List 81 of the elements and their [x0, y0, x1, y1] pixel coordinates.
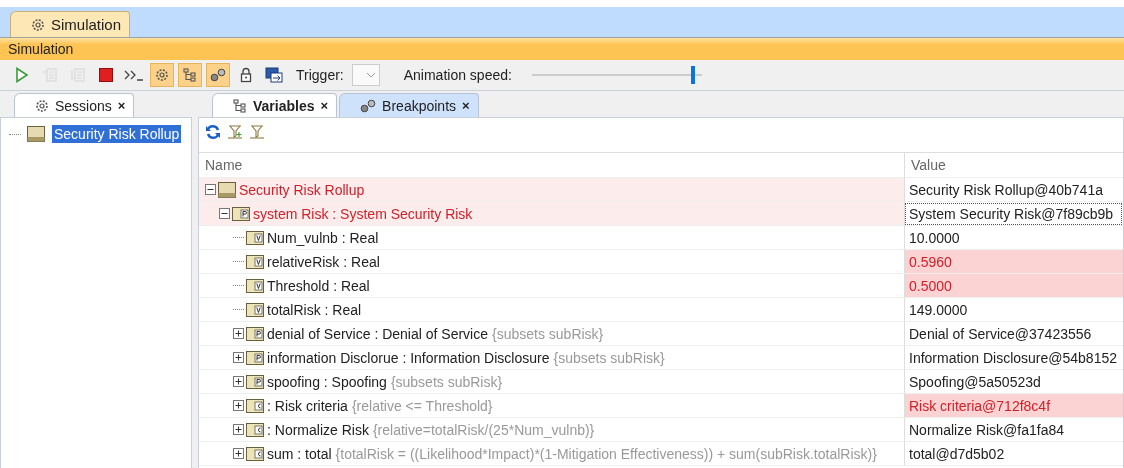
variable-name: : Risk criteria [267, 397, 348, 414]
variable-name: information Disclorue : Information Disclosure [267, 349, 550, 366]
collapse-icon[interactable] [205, 184, 216, 195]
variable-name: spoofing : Spoofing [267, 373, 387, 390]
tree-icon [183, 68, 197, 82]
value-cell: Security Risk Rollup@40b741a [904, 178, 1123, 202]
refresh-icon [205, 124, 221, 140]
constraint-icon [246, 446, 264, 461]
value-cell: System Security Risk@7f89cb9b [904, 202, 1123, 226]
expand-icon[interactable] [233, 424, 244, 435]
value-icon [246, 278, 264, 293]
toggle-tree-button[interactable] [178, 63, 202, 87]
variable-name: relativeRisk : Real [267, 253, 380, 270]
variable-name: Security Risk Rollup [239, 181, 365, 198]
value-cell: Risk criteria@712f8c4f [904, 394, 1123, 418]
gear-icon [155, 68, 169, 82]
part-icon [246, 374, 264, 389]
expand-icon[interactable] [233, 400, 244, 411]
toggle-breakpoints-button[interactable] [206, 63, 230, 87]
filter-button[interactable] [249, 124, 265, 140]
breakpoints-icon [360, 98, 377, 113]
constraint-text: {subsets subRisk} [390, 373, 503, 390]
expand-icon[interactable] [233, 328, 244, 339]
value-cell: Information Disclosure@54b8152 [904, 346, 1123, 370]
chevron-icon [365, 72, 376, 78]
filter-icon [249, 124, 265, 140]
filter-add-icon [227, 124, 243, 140]
value-cell: total@d7d5b02 [904, 442, 1123, 466]
constraint-text: {subsets subRisk} [553, 349, 665, 366]
gear-icon [31, 17, 45, 32]
part-icon [246, 350, 264, 365]
lock-icon [239, 67, 253, 83]
value-icon [246, 302, 264, 317]
variable-name: system Risk : System Security Risk [253, 205, 473, 222]
constraint-text: {relative <= Threshold} [351, 397, 493, 414]
variables-tab[interactable]: Variables × [212, 93, 338, 117]
export-icon [265, 67, 283, 83]
sessions-tab[interactable]: Sessions × [14, 93, 135, 117]
part-icon [246, 326, 264, 341]
expand-icon[interactable] [233, 448, 244, 459]
breakpoints-tab[interactable]: Breakpoints × [339, 93, 479, 117]
speed-slider-thumb[interactable] [691, 66, 696, 84]
breakpoints-icon [210, 68, 226, 82]
play-icon [15, 67, 29, 83]
block-icon [218, 181, 236, 198]
value-cell: 149.0000 [904, 298, 1123, 322]
refresh-button[interactable] [205, 124, 221, 140]
value-icon [246, 254, 264, 269]
stop-icon [98, 67, 114, 83]
filter-add-button[interactable] [227, 124, 243, 140]
expand-icon[interactable] [233, 376, 244, 387]
value-cell: Denial of Service@37423556 [904, 322, 1123, 346]
value-icon [246, 230, 264, 245]
constraint-text: {relative=totalRisk/(25*Num_vulnb)} [372, 421, 595, 438]
animation-speed-label: Animation speed: [403, 67, 512, 83]
toggle-gear-button[interactable] [150, 63, 174, 87]
column-header[interactable]: Value [904, 153, 1123, 178]
block-icon [27, 126, 45, 142]
variable-name: : Normalize Risk [267, 421, 369, 438]
trigger-label: Trigger: [296, 67, 344, 83]
panel-title: Simulation [8, 41, 74, 57]
variable-name: sum : total [267, 445, 332, 462]
value-cell: 0.5000 [904, 274, 1123, 298]
variable-name: totalRisk : Real [267, 301, 362, 318]
constraint-text: {subsets subRisk} [492, 325, 604, 342]
console-icon [123, 68, 145, 82]
constraint-icon [246, 422, 264, 437]
constraint-icon [246, 398, 264, 413]
part-icon [232, 206, 250, 221]
variable-name: Num_vulnb : Real [267, 229, 379, 246]
variable-name: Threshold : Real [267, 277, 370, 294]
value-cell: 0.5960 [904, 250, 1123, 274]
window-tab[interactable]: Simulation [10, 11, 131, 37]
collapse-icon[interactable] [219, 208, 230, 219]
session-item[interactable]: Security Risk Rollup [52, 125, 182, 143]
tree-icon [233, 98, 247, 113]
expand-icon[interactable] [233, 352, 244, 363]
value-cell: Normalize Risk@fa1fa84 [904, 418, 1123, 442]
variable-name: denial of Service : Denial of Service [267, 325, 488, 342]
gear-icon [35, 98, 49, 113]
constraint-text: {totalRisk = ((Likelihood*Impact)*(1-Mitigation Effectiveness)) + sum(subRisk.totalRisk)} [335, 445, 877, 462]
